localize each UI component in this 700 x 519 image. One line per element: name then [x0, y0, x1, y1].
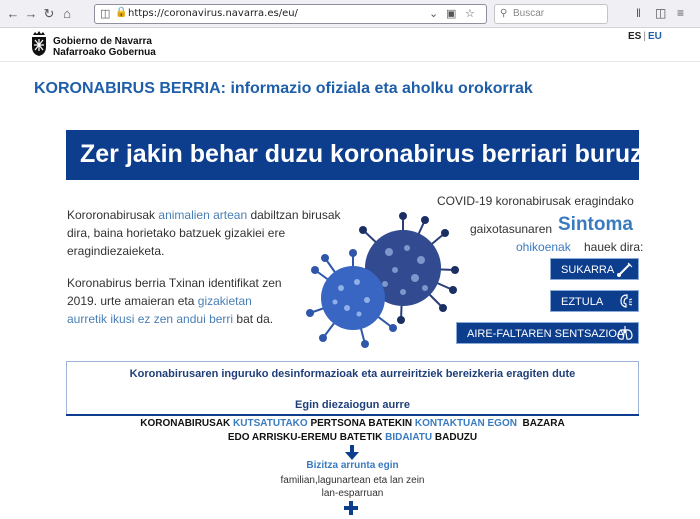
highlight-andui: aurretik ikusi ez zen andui berri [67, 312, 234, 326]
arrow-down-icon [345, 445, 359, 460]
lang-eu-link[interactable]: EU [648, 31, 662, 42]
pocket-icon[interactable]: ▣ [446, 7, 456, 20]
address-bar[interactable]: ◫ 🔒 https://coronavirus.navarra.es/eu/ ⌄… [94, 4, 487, 24]
lang-separator: | [643, 31, 646, 42]
lungs-icon [617, 326, 633, 340]
browser-toolbar: ← → ↻ ⌂ ◫ 🔒 https://coronavirus.navarra.… [0, 0, 700, 28]
back-icon[interactable]: ← [4, 5, 22, 23]
main-banner: Zer jakin behar duzu koronabirus berriar… [66, 130, 643, 180]
contact-text: EDO ARRISKU-EREMU BATETIK [227, 432, 386, 443]
symptoms-heading-line1: COVID-19 koronabirusak eragindako [437, 194, 634, 208]
intro-paragraph-1-line3: eragindiezaieketa. [67, 244, 165, 258]
contact-text: BAZARA [516, 418, 565, 429]
intro-text: 2019. urte amaieran eta [67, 294, 198, 308]
symptoms-keyword: Sintoma [558, 214, 633, 235]
menu-icon[interactable]: ≡ [677, 6, 684, 20]
search-placeholder: Buscar [513, 8, 545, 19]
coronavirus-illustration [306, 212, 459, 348]
symptom-fever: SUKARRA [550, 258, 639, 280]
intro-paragraph-2-line1: Koronabirus berria Txinan identifikat ze… [67, 276, 282, 290]
plus-icon [344, 501, 358, 515]
misinformation-box: Koronabirusaren inguruko desinformazioak… [66, 361, 639, 415]
home-icon[interactable]: ⌂ [58, 5, 76, 23]
symptom-label: AIRE-FALTAREN SENTSAZIOA [467, 328, 625, 340]
contact-highlight: BIDAIATU [385, 432, 433, 443]
symptom-label: SUKARRA [561, 264, 615, 276]
language-switcher: ES | EU [628, 31, 662, 42]
cough-icon [620, 294, 633, 308]
search-icon: ⚲ [500, 8, 508, 19]
gov-name-line1[interactable]: Gobierno de Navarra [53, 36, 152, 47]
misinformation-cta[interactable]: Egin diezaiogun aurre [67, 399, 638, 411]
search-bar[interactable]: ⚲ Buscar [494, 4, 608, 24]
navarra-crest-logo[interactable] [30, 31, 48, 57]
site-header: Gobierno de Navarra Nafarroako Gobernua … [0, 28, 700, 62]
misinformation-underline [66, 414, 639, 416]
symptoms-heading-line2: gaixotasunaren [470, 222, 553, 236]
intro-paragraph-1-line1: Kororonabirusak animalien artean dabiltz… [67, 206, 341, 224]
intro-text: Kororonabirusak [67, 208, 159, 222]
library-icon[interactable]: ‖ [636, 6, 641, 20]
gov-name-line2[interactable]: Nafarroako Gobernua [53, 47, 156, 58]
page-actions-icon[interactable]: ⌄ [429, 7, 438, 20]
bookmark-star-icon[interactable]: ☆ [465, 7, 475, 20]
contact-line-2: EDO ARRISKU-EREMU BATETIK BIDAIATU BADUZ… [66, 432, 639, 443]
highlight-animalien: animalien artean [158, 208, 248, 222]
contact-text: KORONABIRUSAK [140, 418, 234, 429]
symptom-label: EZTULA [561, 296, 604, 308]
intro-paragraph-2-line2: 2019. urte amaieran eta gizakietan [67, 292, 252, 310]
url-text[interactable]: https://coronavirus.navarra.es/eu/ [128, 8, 298, 19]
normal-life-heading: Bizitza arrunta egin [306, 460, 399, 471]
lang-es-link[interactable]: ES [628, 31, 641, 42]
intro-paragraph-1-line2: dira, baina horietako batzuek gizakiei e… [67, 226, 286, 240]
contact-highlight: KUTSATUTAKO [233, 418, 308, 429]
symptom-breath: AIRE-FALTAREN SENTSAZIOA [456, 322, 639, 344]
symptoms-hauek: hauek dira: [584, 240, 644, 254]
normal-life-text-line1: familian,lagunartean eta lan zein [280, 475, 425, 486]
contact-line-1: KORONABIRUSAK KUTSATUTAKO PERTSONA BATEK… [66, 418, 639, 429]
contact-highlight: KONTAKTUAN EGON [414, 418, 517, 429]
sidebar-icon[interactable]: ◫ [655, 6, 666, 20]
normal-life-text-line2: lan-esparruan [321, 488, 384, 499]
highlight-gizakietan: gizakietan [197, 294, 252, 308]
contact-text: BADUZU [432, 432, 478, 443]
misinformation-text: Koronabirusaren inguruko desinformazioak… [129, 368, 576, 380]
reload-icon[interactable]: ↻ [40, 5, 58, 23]
symptoms-ohikoenak: ohikoenak [516, 240, 571, 254]
banner-heading: Zer jakin behar duzu koronabirus berriar… [80, 140, 643, 168]
page-title: KORONABIRUS BERRIA: informazio ofiziala … [34, 80, 533, 97]
intro-text: bat da. [233, 312, 274, 326]
intro-paragraph-2-line3: aurretik ikusi ez zen andui berri bat da… [67, 310, 273, 328]
symptom-cough: EZTULA [550, 290, 639, 312]
lock-icon[interactable]: 🔒 [115, 7, 127, 18]
thermometer-icon [617, 262, 633, 277]
shield-icon[interactable]: ◫ [100, 7, 110, 20]
forward-icon[interactable]: → [22, 5, 40, 23]
contact-text: PERTSONA BATEKIN [307, 418, 415, 429]
